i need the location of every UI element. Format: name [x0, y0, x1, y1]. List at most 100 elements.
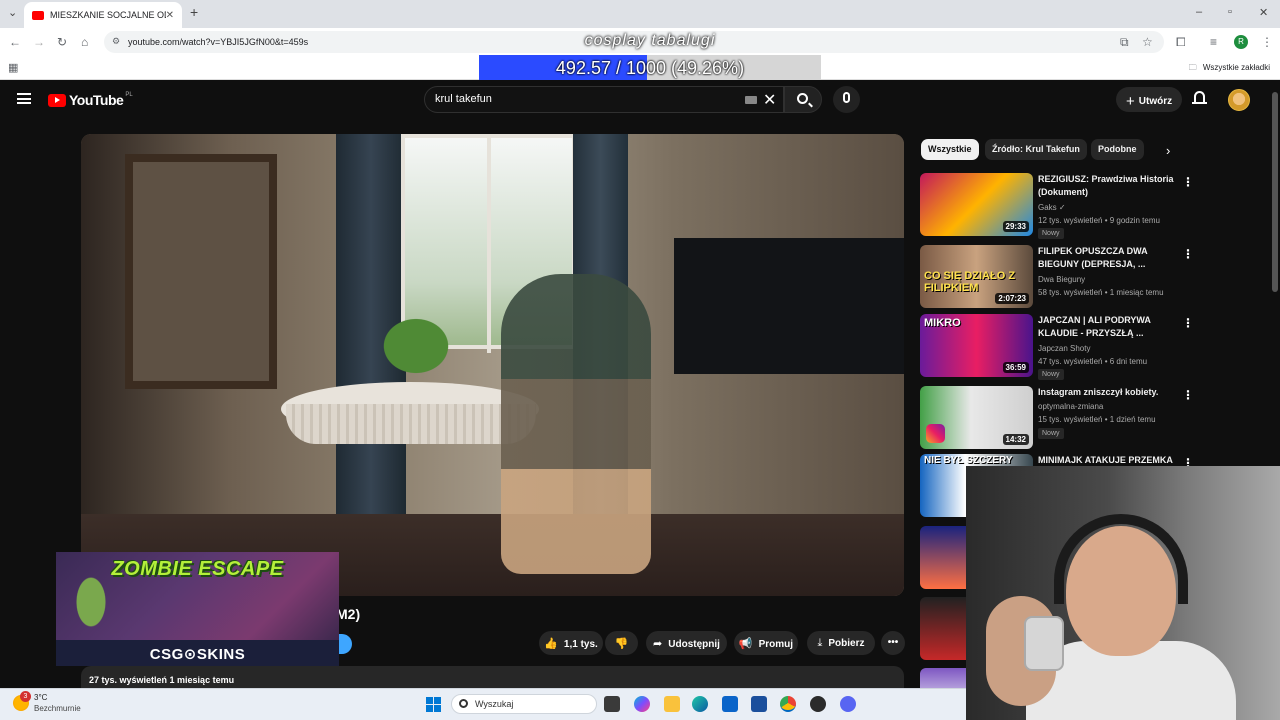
promote-label: Promuj: [758, 639, 794, 650]
tab-title: MIESZKANIE SOCJALNE OD M...: [50, 10, 166, 20]
recommendation-item[interactable]: CO SIĘ DZIAŁO Z FILIPKIEM 2:07:23 FILIPE…: [920, 245, 1270, 309]
dislike-button[interactable]: 👎: [605, 631, 638, 655]
video-title[interactable]: JAPCZAN | ALI PODRYWA KLAUDIE - PRZYSZŁĄ…: [1038, 314, 1178, 340]
chrome-icon[interactable]: [780, 696, 796, 712]
video-title[interactable]: FILIPEK OPUSZCZA DWA BIEGUNY (DEPRESJA, …: [1038, 245, 1178, 271]
overlay-goal-title: cosplay tabalugi: [584, 32, 716, 49]
all-bookmarks-button[interactable]: 🗀 Wszystkie zakładki: [1189, 62, 1270, 76]
video-duration: 29:33: [1002, 221, 1029, 232]
more-options-icon[interactable]: ⋮: [1182, 316, 1194, 330]
video-thumbnail[interactable]: [920, 526, 966, 589]
download-icon: ⤓: [817, 637, 823, 649]
extensions-icon[interactable]: ⧠: [1176, 35, 1186, 50]
reading-list-icon[interactable]: ≡: [1210, 35, 1217, 49]
bookmark-star-icon[interactable]: ☆: [1142, 35, 1153, 49]
minimize-icon[interactable]: –: [1196, 6, 1202, 18]
menu-icon[interactable]: [17, 93, 31, 104]
reload-icon[interactable]: ↻: [57, 35, 67, 49]
thumbnail-text: CO SIĘ DZIAŁO Z FILIPKIEM: [924, 270, 1016, 294]
video-thumbnail[interactable]: MIKRO 36:59: [920, 314, 1033, 377]
more-options-icon[interactable]: ⋮: [1182, 175, 1194, 189]
edge-icon[interactable]: [692, 696, 708, 712]
search-button[interactable]: [784, 86, 822, 113]
video-thumbnail[interactable]: 14:32: [920, 386, 1033, 449]
notifications-bell-icon[interactable]: [1192, 89, 1208, 109]
discord-icon[interactable]: [840, 696, 856, 712]
channel-name[interactable]: Gaks ✓: [1038, 203, 1066, 212]
close-window-icon[interactable]: ✕: [1259, 6, 1268, 19]
video-thumbnail[interactable]: CO SIĘ DZIAŁO Z FILIPKIEM 2:07:23: [920, 245, 1033, 308]
search-input[interactable]: krul takefun: [424, 86, 784, 113]
more-options-icon[interactable]: ⋮: [1182, 388, 1194, 402]
windows-start-icon[interactable]: [426, 697, 441, 712]
sponsor-title: ZOMBIE ESCAPE: [111, 558, 284, 580]
thumbnail-text: MIKRO: [924, 317, 961, 329]
voice-search-button[interactable]: [833, 86, 860, 113]
more-actions-button[interactable]: •••: [881, 631, 905, 655]
video-player[interactable]: [81, 134, 904, 596]
channel-name[interactable]: optymalna-zmiana: [1038, 402, 1103, 411]
video-meta: 15 tys. wyświetleń • 1 dzień temu: [1038, 415, 1156, 424]
chevron-right-icon[interactable]: ›: [1166, 143, 1170, 158]
tab-list-chevron-icon[interactable]: ⌄: [8, 6, 17, 19]
copilot-icon[interactable]: [634, 696, 650, 712]
video-title[interactable]: Instagram zniszczył kobiety.: [1038, 386, 1178, 399]
clear-search-icon[interactable]: ✕: [763, 90, 776, 110]
weather-condition: Bezchmurnie: [34, 704, 81, 713]
video-thumbnail[interactable]: 29:33: [920, 173, 1033, 236]
youtube-logo[interactable]: YouTube PL: [48, 92, 133, 108]
video-meta: 58 tys. wyświetleń • 1 miesiąc temu: [1038, 288, 1164, 297]
video-thumbnail[interactable]: [920, 597, 966, 660]
outlook-icon[interactable]: [722, 696, 738, 712]
keyboard-icon[interactable]: [745, 96, 757, 104]
webcam-headset: [1054, 514, 1188, 604]
chip-all[interactable]: Wszystkie: [921, 139, 979, 160]
user-avatar[interactable]: [1228, 89, 1250, 111]
task-view-icon[interactable]: [604, 696, 620, 712]
video-stats: 27 tys. wyświetleń 1 miesiąc temu: [89, 675, 235, 685]
channel-name[interactable]: Dwa Bieguny: [1038, 275, 1085, 284]
video-frame-tv: [674, 238, 904, 374]
goal-progress-text: 492.57 / 1000 (49.26%): [555, 58, 745, 78]
app-icon[interactable]: [810, 696, 826, 712]
recommendation-item[interactable]: 29:33 REZIGIUSZ: Prawdziwa Historia (Dok…: [920, 173, 1270, 239]
apps-grid-icon[interactable]: ▦: [8, 61, 18, 74]
tab-close-icon[interactable]: ✕: [166, 10, 174, 21]
channel-name[interactable]: Japczan Shoty: [1038, 344, 1090, 353]
share-button[interactable]: ➦ Udostępnij: [646, 631, 727, 655]
recommendation-item[interactable]: 14:32 Instagram zniszczył kobiety. optym…: [920, 386, 1270, 450]
video-title: M2): [336, 606, 361, 622]
profile-avatar[interactable]: R: [1234, 35, 1248, 49]
more-options-icon[interactable]: ⋮: [1182, 247, 1194, 261]
new-tab-button[interactable]: +: [190, 4, 198, 20]
install-app-icon[interactable]: ⧉: [1120, 35, 1129, 50]
instagram-icon: [926, 424, 945, 443]
youtube-header: YouTube PL krul takefun ✕ + Utwórz: [0, 80, 1280, 120]
recommendation-item[interactable]: MIKRO 36:59 JAPCZAN | ALI PODRYWA KLAUDI…: [920, 314, 1270, 380]
video-thumbnail[interactable]: [920, 668, 966, 688]
download-button[interactable]: ⤓ Pobierz: [807, 631, 875, 655]
back-icon[interactable]: ←: [9, 35, 21, 49]
browser-menu-icon[interactable]: ⋮: [1261, 35, 1273, 49]
browser-tab[interactable]: MIESZKANIE SOCJALNE OD M... ✕: [24, 2, 182, 28]
page-scrollbar[interactable]: [1272, 92, 1278, 292]
like-count: 1,1 tys.: [563, 639, 598, 650]
weather-temperature[interactable]: 3°C: [34, 693, 47, 702]
browser-tab-bar: ⌄ MIESZKANIE SOCJALNE OD M... ✕ + – ▫ ✕: [0, 0, 1280, 28]
store-icon[interactable]: [751, 696, 767, 712]
maximize-icon[interactable]: ▫: [1228, 6, 1232, 18]
chip-source[interactable]: Źródło: Krul Takefun: [985, 139, 1087, 160]
chip-related[interactable]: Podobne: [1091, 139, 1144, 160]
site-info-icon[interactable]: ⚙: [112, 36, 120, 47]
file-explorer-icon[interactable]: [664, 696, 680, 712]
like-button[interactable]: 👍 1,1 tys.: [539, 631, 603, 655]
taskbar-search-input[interactable]: Wyszukaj: [451, 694, 597, 714]
forward-icon[interactable]: →: [33, 35, 45, 49]
microphone-icon: [843, 92, 850, 103]
promote-button[interactable]: 📢 Promuj: [734, 631, 798, 655]
goal-progress-bar: 492.57 / 1000 (49.26%): [479, 55, 821, 81]
create-button[interactable]: + Utwórz: [1116, 87, 1182, 112]
home-icon[interactable]: ⌂: [81, 35, 88, 49]
youtube-wordmark: YouTube: [69, 92, 124, 108]
video-title[interactable]: REZIGIUSZ: Prawdziwa Historia (Dokument): [1038, 173, 1178, 199]
